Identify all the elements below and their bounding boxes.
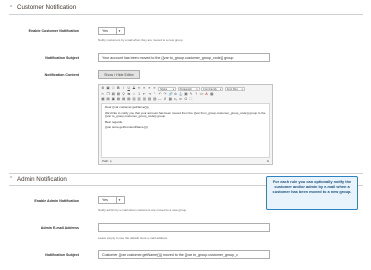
customer-notification-subject-label: Notification Subject <box>45 56 79 60</box>
editor-line: Best regards, <box>105 119 123 124</box>
editor-path-bar: Path: p ⇲ <box>99 159 272 163</box>
chevron-down-icon: ▼ <box>116 197 121 203</box>
font-size-select[interactable]: Font Size ▾ <box>224 86 245 91</box>
align-left-icon[interactable]: ≡ <box>137 86 141 91</box>
background-color-icon[interactable]: ▩ <box>210 92 214 97</box>
copy-icon[interactable]: ❐ <box>106 92 110 97</box>
row-props-icon[interactable]: ▤ <box>106 97 110 102</box>
paragraph-select[interactable]: Paragraph ▾ <box>177 86 200 91</box>
chevron-up-icon[interactable]: ⌃ <box>9 5 13 11</box>
insert-col-after-icon[interactable]: ▥ <box>137 97 141 102</box>
subscript-icon[interactable]: x₂ <box>174 97 178 102</box>
superscript-icon[interactable]: x² <box>179 97 183 102</box>
customer-notification-content-label: Notification Content <box>44 73 79 77</box>
customer-notification-subject-input[interactable]: Your account has been moved to the {{var… <box>98 53 270 62</box>
admin-notification-subject-label: Notification Subject <box>45 253 79 257</box>
chevron-down-icon: ▼ <box>116 28 121 34</box>
editor-line: {{var store.getFrontendName()}} <box>105 125 148 130</box>
resize-handle-icon[interactable]: ⇲ <box>266 159 269 163</box>
font-family-select[interactable]: Font Family ▾ <box>201 86 224 91</box>
italic-icon[interactable]: I <box>122 86 126 91</box>
show-hide-editor-button[interactable]: Show / Hide Editor <box>98 70 140 79</box>
numbered-list-icon[interactable]: 1 <box>137 92 141 97</box>
editor-toolbar-row-3: ▦ ▤ ▣ ▤ ▤ ▤ ▥ ▥ ▥ ▧ ▨ ― ✗ ▩ x₂ x² Ω ⛶ <box>99 97 272 102</box>
find-icon[interactable]: ⚲ <box>122 92 126 97</box>
delete-col-icon[interactable]: ▥ <box>143 97 147 102</box>
table-icon[interactable]: ▦ <box>101 97 105 102</box>
outdent-icon[interactable]: ⇤ <box>143 92 147 97</box>
merge-cells-icon[interactable]: ▨ <box>153 97 157 102</box>
image-icon[interactable]: ▦ <box>184 92 188 97</box>
wysiwyg-editor: ⚙ ▣ ⚆ B I U S ≡ ≡ ≡ ≡ Styles ▾ Paragraph ▾… <box>98 84 273 165</box>
align-center-icon[interactable]: ≡ <box>143 86 147 91</box>
paste-text-icon[interactable]: ▤ <box>117 92 121 97</box>
strikethrough-icon[interactable]: S <box>132 86 136 91</box>
insert-widget-icon[interactable]: ⚙ <box>101 86 105 91</box>
section-divider <box>9 14 363 15</box>
align-right-icon[interactable]: ≡ <box>148 86 152 91</box>
enable-admin-notification-label: Enable Admin Notification <box>34 199 79 203</box>
font-size-select-label: Font Size <box>226 87 238 91</box>
undo-icon[interactable]: ↶ <box>158 92 162 97</box>
styles-select-label: Styles <box>160 87 168 91</box>
visual-aid-icon[interactable]: ▩ <box>168 97 172 102</box>
paste-icon[interactable]: ▤ <box>111 92 115 97</box>
replace-icon[interactable]: ⇆ <box>127 92 131 97</box>
cleanup-icon[interactable]: ✎ <box>189 92 193 97</box>
enable-customer-notification-label: Enable Customer Notification <box>28 29 79 33</box>
insert-row-before-icon[interactable]: ▤ <box>117 97 121 102</box>
chevron-up-icon[interactable]: ⌃ <box>9 176 13 182</box>
customer-notification-title[interactable]: Customer Notification <box>17 4 76 11</box>
text-color-icon[interactable]: A <box>205 92 209 97</box>
insert-col-before-icon[interactable]: ▥ <box>132 97 136 102</box>
anchor-icon[interactable]: ⚓ <box>179 92 183 97</box>
section-divider <box>9 173 363 174</box>
admin-email-address-label: Admin E-mail Address <box>40 226 79 230</box>
select-value: Yes <box>102 29 108 33</box>
select-value: Yes <box>102 198 108 202</box>
cell-props-icon[interactable]: ▣ <box>111 97 115 102</box>
editor-content-area[interactable]: Dear {{var customer.getName()}}, We'd li… <box>101 103 270 158</box>
admin-notification-subject-input[interactable]: Customer {{var customer.getName()}} move… <box>98 250 270 259</box>
help-icon[interactable]: ? <box>194 92 198 97</box>
underline-icon[interactable]: U <box>127 86 131 91</box>
bullet-list-icon[interactable]: • <box>132 92 136 97</box>
editor-path-label: Path: p <box>102 159 112 163</box>
align-justify-icon[interactable]: ≡ <box>153 86 157 91</box>
enable-customer-notification-select[interactable]: Yes ▼ <box>98 27 125 35</box>
blockquote-icon[interactable]: “ <box>153 92 157 97</box>
redo-icon[interactable]: ↷ <box>163 92 167 97</box>
enable-admin-notification-select[interactable]: Yes ▼ <box>98 196 125 204</box>
editor-toolbar-row-1: ⚙ ▣ ⚆ B I U S ≡ ≡ ≡ ≡ Styles ▾ Paragraph ▾… <box>99 85 272 92</box>
feature-callout: For each rule you can optionally notify … <box>266 176 358 210</box>
styles-select[interactable]: Styles ▾ <box>158 86 177 91</box>
editor-line: We'd like to notify you that your accoun… <box>105 110 266 119</box>
paragraph-select-label: Paragraph <box>179 87 192 91</box>
insert-row-after-icon[interactable]: ▤ <box>122 97 126 102</box>
admin-email-address-note: Leave empty to use the default store e-m… <box>98 236 168 240</box>
cut-icon[interactable]: ✂ <box>101 92 105 97</box>
remove-format-icon[interactable]: ✗ <box>163 97 167 102</box>
editor-line: Dear {{var customer.getName()}}, <box>105 105 150 109</box>
fullscreen-icon[interactable]: ⛶ <box>189 97 193 102</box>
link-icon[interactable]: 🔗 <box>168 92 172 97</box>
enable-customer-notification-note: Notify customers by email when they are … <box>98 38 184 42</box>
horizontal-rule-icon[interactable]: ― <box>158 97 162 102</box>
code-icon[interactable]: <> <box>200 92 204 97</box>
insert-image-icon[interactable]: ▣ <box>106 86 110 91</box>
enable-admin-notification-note: Notify admin by e-mail when customers ar… <box>98 208 187 212</box>
admin-notification-title[interactable]: Admin Notification <box>17 176 67 183</box>
delete-row-icon[interactable]: ▤ <box>127 97 131 102</box>
split-cells-icon[interactable]: ▧ <box>148 97 152 102</box>
unlink-icon[interactable]: ⊘ <box>174 92 178 97</box>
special-char-icon[interactable]: Ω <box>184 97 188 102</box>
admin-email-address-input[interactable] <box>98 223 270 232</box>
insert-variable-icon[interactable]: ⚆ <box>111 86 115 91</box>
bold-icon[interactable]: B <box>117 86 121 91</box>
indent-icon[interactable]: ⇥ <box>148 92 152 97</box>
font-family-select-label: Font Family <box>203 87 217 91</box>
